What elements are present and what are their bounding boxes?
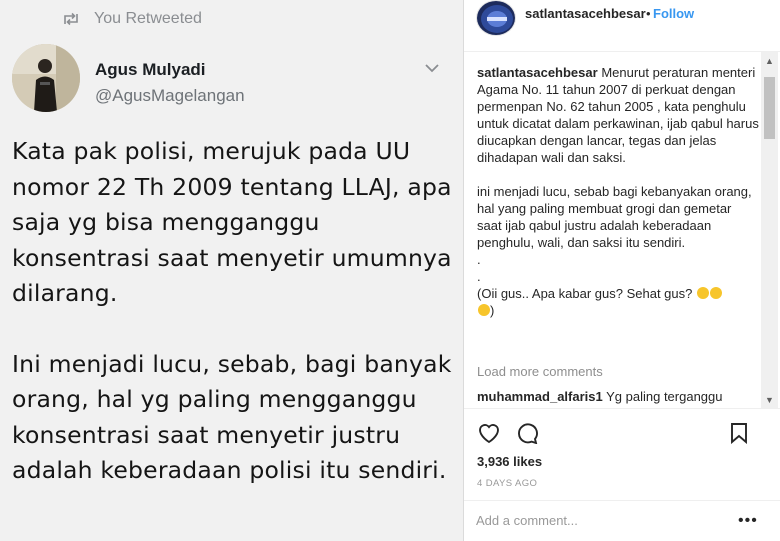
follow-button[interactable]: Follow: [653, 6, 694, 21]
comments-scrollbar[interactable]: ▲ ▼: [761, 52, 778, 408]
tweet-text: Kata pak polisi, merujuk pada UU nomor 2…: [12, 134, 460, 524]
caption-text-1: Menurut peraturan menteri Agama No. 11 t…: [477, 65, 759, 165]
scroll-thumb[interactable]: [764, 77, 775, 139]
grinning-emoji-icon: [696, 287, 709, 299]
tweet-paragraph: Kata pak polisi, merujuk pada UU nomor 2…: [12, 137, 452, 307]
more-options-icon[interactable]: •••: [738, 513, 758, 529]
comments-section: satlantasacehbesar Menurut peraturan men…: [464, 52, 780, 408]
grinning-emoji-icon: [709, 287, 722, 299]
profile-avatar[interactable]: [476, 0, 516, 36]
caption-block-1: satlantasacehbesar Menurut peraturan men…: [477, 64, 759, 166]
retweet-label: You Retweeted: [94, 10, 202, 27]
comment-username[interactable]: muhammad_alfaris1: [477, 389, 603, 404]
scroll-up-icon[interactable]: ▲: [761, 52, 778, 69]
heart-icon[interactable]: [477, 422, 501, 444]
load-more-comments[interactable]: Load more comments: [477, 364, 603, 379]
comment-item: muhammad_alfaris1 Yg paling terganggu: [477, 389, 759, 404]
post-actions: [464, 408, 780, 458]
post-panel: satlantasacehbesar • Follow satlantasace…: [464, 0, 780, 541]
caption-username[interactable]: satlantasacehbesar: [477, 65, 598, 80]
tweet-screenshot: You Retweeted Agus Mulyadi @AgusMagelang…: [0, 0, 463, 541]
tweet-author-handle[interactable]: @AgusMagelangan: [95, 86, 245, 106]
post-username[interactable]: satlantasacehbesar: [525, 6, 646, 21]
add-comment-input[interactable]: [476, 513, 726, 528]
tweet-avatar: [12, 44, 80, 112]
add-comment-bar: •••: [464, 500, 780, 541]
scroll-down-icon[interactable]: ▼: [761, 391, 778, 408]
caption-text-3: (Oii gus.. Apa kabar gus? Sehat gus? ): [477, 285, 759, 319]
comment-text: Yg paling terganggu: [606, 389, 723, 404]
retweet-indicator: You Retweeted: [62, 10, 202, 28]
comment-icon[interactable]: [515, 422, 539, 444]
caption-text-2: ini menjadi lucu, sebab bagi kebanyakan …: [477, 184, 752, 250]
caption: satlantasacehbesar Menurut peraturan men…: [477, 64, 759, 319]
post-timestamp[interactable]: 4 DAYS AGO: [477, 478, 537, 489]
tweet-paragraph: Ini menjadi lucu, sebab, bagi banyak ora…: [12, 349, 452, 485]
retweet-icon: [62, 12, 80, 26]
like-count[interactable]: 3,936 likes: [477, 454, 542, 469]
grinning-emoji-icon: [478, 304, 490, 316]
tweet-author-name[interactable]: Agus Mulyadi: [95, 60, 206, 80]
caption-dot-1: .: [477, 252, 481, 267]
chevron-down-icon[interactable]: [424, 60, 440, 78]
post-header: satlantasacehbesar • Follow: [464, 0, 780, 52]
bookmark-icon[interactable]: [730, 422, 748, 444]
caption-dot-2: .: [477, 269, 481, 284]
separator-dot: •: [646, 6, 651, 21]
